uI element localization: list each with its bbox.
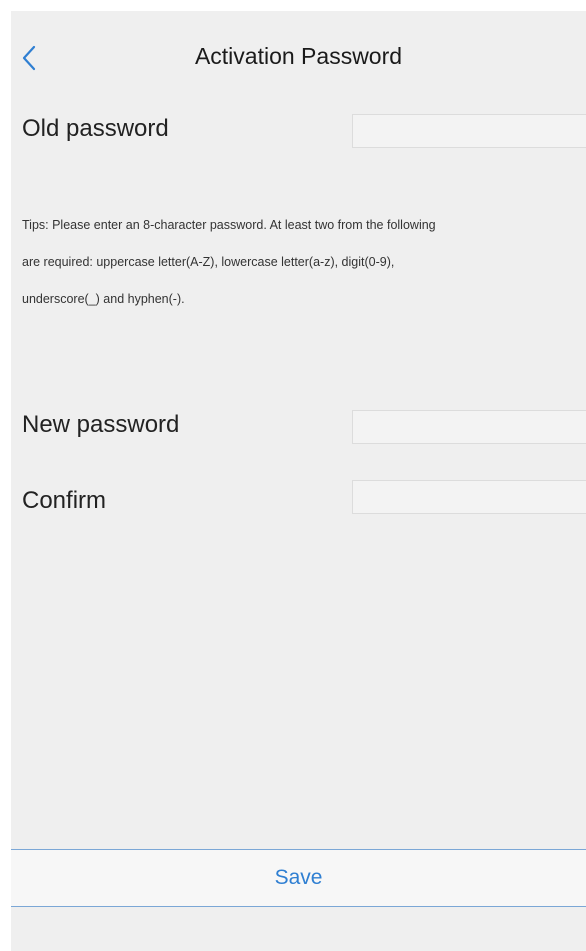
- new-password-input[interactable]: [352, 410, 586, 444]
- save-bar: Save: [11, 849, 586, 907]
- new-password-label: New password: [22, 411, 180, 438]
- navigation-bar: Activation Password: [11, 11, 586, 103]
- tips-line: underscore(_) and hyphen(-).: [22, 292, 185, 306]
- page-title: Activation Password: [194, 43, 403, 69]
- tips-line: are required: uppercase letter(A-Z), low…: [22, 255, 395, 269]
- confirm-password-label: Confirm: [22, 487, 107, 514]
- activation-password-screen: Activation Password Old password Tips: P…: [11, 11, 586, 951]
- confirm-password-input[interactable]: [352, 480, 586, 514]
- old-password-input[interactable]: [352, 114, 586, 148]
- save-button[interactable]: Save: [11, 850, 586, 906]
- password-tips: Tips: Please enter an 8-character passwo…: [22, 207, 582, 318]
- tips-line: Tips: Please enter an 8-character passwo…: [22, 218, 436, 232]
- old-password-label: Old password: [22, 115, 169, 142]
